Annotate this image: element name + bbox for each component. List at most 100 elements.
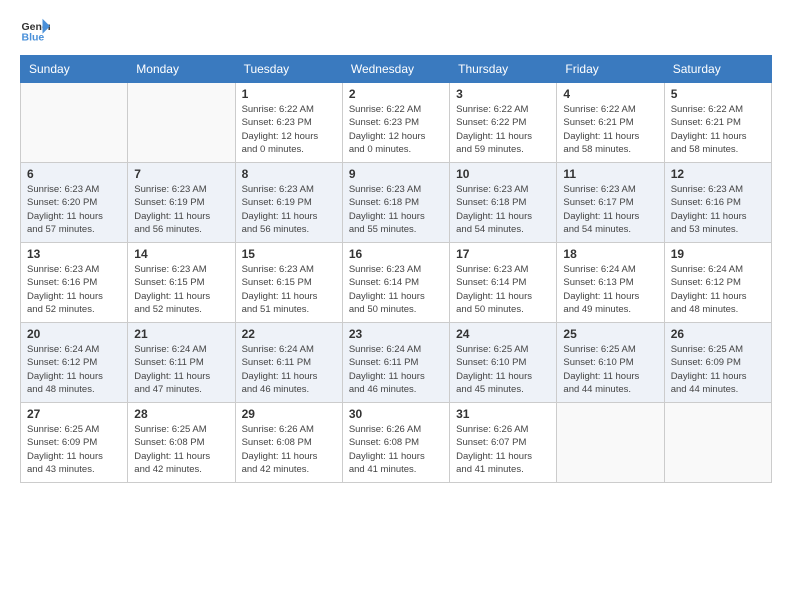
day-number: 9 [349, 167, 443, 181]
calendar-cell [557, 403, 664, 483]
calendar-cell [128, 83, 235, 163]
day-info: Sunrise: 6:23 AM Sunset: 6:17 PM Dayligh… [563, 183, 657, 236]
calendar-cell: 9 Sunrise: 6:23 AM Sunset: 6:18 PM Daylig… [342, 163, 449, 243]
day-info: Sunrise: 6:24 AM Sunset: 6:11 PM Dayligh… [349, 343, 443, 396]
calendar-cell: 28 Sunrise: 6:25 AM Sunset: 6:08 PM Dayli… [128, 403, 235, 483]
day-info: Sunrise: 6:25 AM Sunset: 6:10 PM Dayligh… [563, 343, 657, 396]
calendar-week-1: 1 Sunrise: 6:22 AM Sunset: 6:23 PM Daylig… [21, 83, 772, 163]
day-info: Sunrise: 6:23 AM Sunset: 6:14 PM Dayligh… [456, 263, 550, 316]
calendar-cell: 11 Sunrise: 6:23 AM Sunset: 6:17 PM Dayli… [557, 163, 664, 243]
day-number: 11 [563, 167, 657, 181]
calendar-cell: 25 Sunrise: 6:25 AM Sunset: 6:10 PM Dayli… [557, 323, 664, 403]
day-info: Sunrise: 6:25 AM Sunset: 6:09 PM Dayligh… [27, 423, 121, 476]
weekday-header-thursday: Thursday [450, 56, 557, 83]
day-number: 7 [134, 167, 228, 181]
calendar-cell [21, 83, 128, 163]
calendar-table: SundayMondayTuesdayWednesdayThursdayFrid… [20, 55, 772, 483]
calendar-cell: 21 Sunrise: 6:24 AM Sunset: 6:11 PM Dayli… [128, 323, 235, 403]
calendar-cell: 27 Sunrise: 6:25 AM Sunset: 6:09 PM Dayli… [21, 403, 128, 483]
logo-icon: General Blue [20, 15, 50, 45]
day-info: Sunrise: 6:25 AM Sunset: 6:10 PM Dayligh… [456, 343, 550, 396]
calendar-week-4: 20 Sunrise: 6:24 AM Sunset: 6:12 PM Dayli… [21, 323, 772, 403]
weekday-header-monday: Monday [128, 56, 235, 83]
calendar-cell: 23 Sunrise: 6:24 AM Sunset: 6:11 PM Dayli… [342, 323, 449, 403]
calendar-cell: 1 Sunrise: 6:22 AM Sunset: 6:23 PM Daylig… [235, 83, 342, 163]
day-info: Sunrise: 6:25 AM Sunset: 6:08 PM Dayligh… [134, 423, 228, 476]
day-number: 18 [563, 247, 657, 261]
day-number: 25 [563, 327, 657, 341]
calendar-cell: 26 Sunrise: 6:25 AM Sunset: 6:09 PM Dayli… [664, 323, 771, 403]
day-number: 15 [242, 247, 336, 261]
day-number: 17 [456, 247, 550, 261]
calendar-cell: 29Sunrise: 6:26 AM Sunset: 6:08 PM Dayli… [235, 403, 342, 483]
weekday-header-saturday: Saturday [664, 56, 771, 83]
day-number: 13 [27, 247, 121, 261]
calendar-cell: 24 Sunrise: 6:25 AM Sunset: 6:10 PM Dayli… [450, 323, 557, 403]
day-number: 1 [242, 87, 336, 101]
calendar-cell: 12 Sunrise: 6:23 AM Sunset: 6:16 PM Dayli… [664, 163, 771, 243]
day-info: Sunrise: 6:24 AM Sunset: 6:11 PM Dayligh… [134, 343, 228, 396]
calendar-cell: 5 Sunrise: 6:22 AM Sunset: 6:21 PM Daylig… [664, 83, 771, 163]
calendar-cell: 20 Sunrise: 6:24 AM Sunset: 6:12 PM Dayli… [21, 323, 128, 403]
day-info: Sunrise: 6:23 AM Sunset: 6:15 PM Dayligh… [134, 263, 228, 316]
day-number: 6 [27, 167, 121, 181]
day-info: Sunrise: 6:23 AM Sunset: 6:18 PM Dayligh… [349, 183, 443, 236]
day-number: 2 [349, 87, 443, 101]
day-info: Sunrise: 6:22 AM Sunset: 6:21 PM Dayligh… [671, 103, 765, 156]
weekday-header-row: SundayMondayTuesdayWednesdayThursdayFrid… [21, 56, 772, 83]
logo: General Blue [20, 15, 54, 45]
calendar-cell: 2Sunrise: 6:22 AM Sunset: 6:23 PM Daylig… [342, 83, 449, 163]
day-number: 23 [349, 327, 443, 341]
day-number: 16 [349, 247, 443, 261]
day-number: 28 [134, 407, 228, 421]
day-number: 8 [242, 167, 336, 181]
day-info: Sunrise: 6:22 AM Sunset: 6:21 PM Dayligh… [563, 103, 657, 156]
day-info: Sunrise: 6:23 AM Sunset: 6:14 PM Dayligh… [349, 263, 443, 316]
day-number: 27 [27, 407, 121, 421]
day-info: Sunrise: 6:23 AM Sunset: 6:16 PM Dayligh… [671, 183, 765, 236]
calendar-cell: 16 Sunrise: 6:23 AM Sunset: 6:14 PM Dayli… [342, 243, 449, 323]
svg-text:Blue: Blue [22, 32, 45, 44]
day-info: Sunrise: 6:25 AM Sunset: 6:09 PM Dayligh… [671, 343, 765, 396]
day-info: Sunrise: 6:22 AM Sunset: 6:23 PM Dayligh… [242, 103, 336, 156]
calendar-week-2: 6 Sunrise: 6:23 AM Sunset: 6:20 PM Daylig… [21, 163, 772, 243]
calendar-cell [664, 403, 771, 483]
day-info: Sunrise: 6:23 AM Sunset: 6:15 PM Dayligh… [242, 263, 336, 316]
day-number: 22 [242, 327, 336, 341]
day-number: 20 [27, 327, 121, 341]
calendar-cell: 17 Sunrise: 6:23 AM Sunset: 6:14 PM Dayli… [450, 243, 557, 323]
calendar-cell: 31Sunrise: 6:26 AM Sunset: 6:07 PM Dayli… [450, 403, 557, 483]
day-number: 12 [671, 167, 765, 181]
day-info: Sunrise: 6:23 AM Sunset: 6:16 PM Dayligh… [27, 263, 121, 316]
day-info: Sunrise: 6:26 AM Sunset: 6:08 PM Dayligh… [349, 423, 443, 476]
weekday-header-friday: Friday [557, 56, 664, 83]
day-info: Sunrise: 6:24 AM Sunset: 6:12 PM Dayligh… [671, 263, 765, 316]
calendar-cell: 19 Sunrise: 6:24 AM Sunset: 6:12 PM Dayli… [664, 243, 771, 323]
day-number: 5 [671, 87, 765, 101]
day-info: Sunrise: 6:23 AM Sunset: 6:19 PM Dayligh… [134, 183, 228, 236]
header: General Blue [20, 15, 772, 45]
calendar-cell: 4Sunrise: 6:22 AM Sunset: 6:21 PM Daylig… [557, 83, 664, 163]
calendar-cell: 3Sunrise: 6:22 AM Sunset: 6:22 PM Daylig… [450, 83, 557, 163]
calendar-cell: 15 Sunrise: 6:23 AM Sunset: 6:15 PM Dayli… [235, 243, 342, 323]
day-info: Sunrise: 6:26 AM Sunset: 6:08 PM Dayligh… [242, 423, 336, 476]
day-info: Sunrise: 6:24 AM Sunset: 6:13 PM Dayligh… [563, 263, 657, 316]
day-number: 26 [671, 327, 765, 341]
day-info: Sunrise: 6:23 AM Sunset: 6:20 PM Dayligh… [27, 183, 121, 236]
calendar-cell: 30Sunrise: 6:26 AM Sunset: 6:08 PM Dayli… [342, 403, 449, 483]
day-number: 14 [134, 247, 228, 261]
day-number: 19 [671, 247, 765, 261]
calendar-cell: 22Sunrise: 6:24 AM Sunset: 6:11 PM Dayli… [235, 323, 342, 403]
day-info: Sunrise: 6:24 AM Sunset: 6:12 PM Dayligh… [27, 343, 121, 396]
day-info: Sunrise: 6:23 AM Sunset: 6:19 PM Dayligh… [242, 183, 336, 236]
calendar-cell: 14 Sunrise: 6:23 AM Sunset: 6:15 PM Dayli… [128, 243, 235, 323]
calendar-cell: 18 Sunrise: 6:24 AM Sunset: 6:13 PM Dayli… [557, 243, 664, 323]
day-number: 24 [456, 327, 550, 341]
calendar-cell: 8 Sunrise: 6:23 AM Sunset: 6:19 PM Daylig… [235, 163, 342, 243]
calendar-cell: 13 Sunrise: 6:23 AM Sunset: 6:16 PM Dayli… [21, 243, 128, 323]
day-number: 21 [134, 327, 228, 341]
calendar-week-5: 27 Sunrise: 6:25 AM Sunset: 6:09 PM Dayli… [21, 403, 772, 483]
day-info: Sunrise: 6:26 AM Sunset: 6:07 PM Dayligh… [456, 423, 550, 476]
weekday-header-tuesday: Tuesday [235, 56, 342, 83]
weekday-header-wednesday: Wednesday [342, 56, 449, 83]
